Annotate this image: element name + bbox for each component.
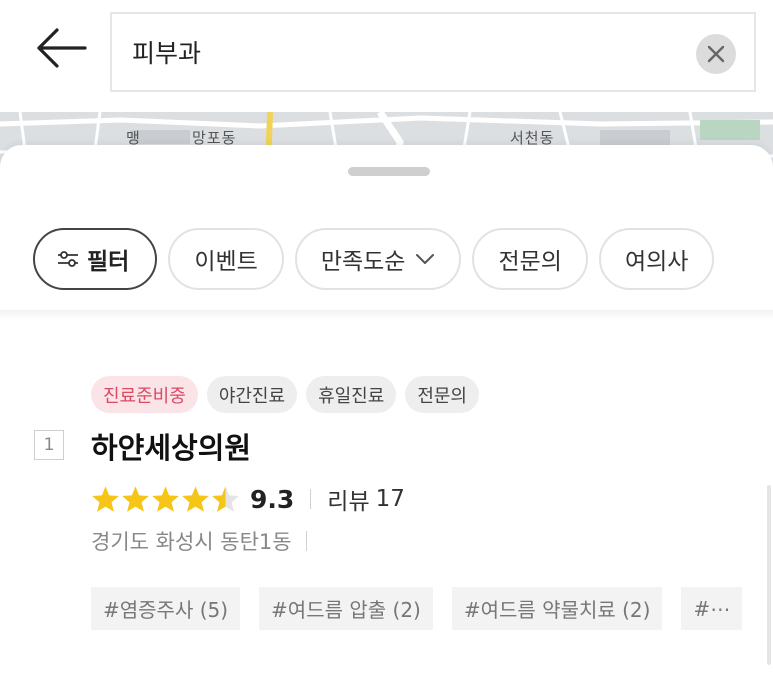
star-icon [92, 486, 119, 512]
clinic-address: 경기도 화성시 동탄1동 [91, 526, 307, 556]
filter-button[interactable]: 필터 [33, 228, 158, 290]
star-icon [152, 486, 179, 512]
sort-label: 만족도순 [320, 249, 406, 275]
search-box [110, 12, 756, 92]
hashtag-chip[interactable]: #⋯ [681, 587, 743, 630]
sheet-drag-handle[interactable] [348, 167, 430, 176]
sliders-icon [58, 251, 78, 267]
clear-search-button[interactable] [696, 34, 736, 74]
half-star-icon [212, 486, 239, 512]
clinic-name[interactable]: 하얀세상의원 [91, 425, 251, 467]
star-icon [122, 486, 149, 512]
chip-specialist[interactable]: 전문의 [472, 228, 588, 290]
chip-event[interactable]: 이벤트 [168, 228, 284, 290]
search-header [0, 0, 773, 112]
clinic-result-card[interactable]: 진료준비중 야간진료 휴일진료 전문의 1 하얀세상의원 9.3 리뷰 17 경… [0, 320, 773, 673]
reviews-label: 리뷰 [327, 489, 370, 515]
chip-label: 이벤트 [194, 249, 258, 275]
back-arrow-icon [37, 28, 87, 68]
review-count: 17 [375, 486, 405, 512]
hashtag-chip[interactable]: #염증주사 (5) [91, 587, 241, 630]
hashtag-chip[interactable]: #여드름 압출 (2) [259, 587, 433, 630]
tag-badge: 전문의 [405, 376, 479, 413]
star-rating [91, 485, 240, 513]
scrollbar[interactable] [767, 485, 771, 665]
rank-number: 1 [34, 430, 64, 460]
star-icon [182, 486, 209, 512]
chip-label: 여의사 [624, 249, 689, 275]
rating-score: 9.3 [250, 484, 295, 514]
rating-row: 9.3 리뷰 17 [91, 483, 405, 515]
filter-label: 필터 [87, 249, 130, 275]
separator [310, 489, 312, 509]
tag-badge: 야간진료 [206, 376, 298, 413]
back-button[interactable] [28, 20, 92, 76]
separator [305, 531, 307, 551]
chip-female-doctor[interactable]: 여의사 [598, 228, 715, 290]
tag-badge: 휴일진료 [306, 376, 397, 413]
clinic-tags: 진료준비중 야간진료 휴일진료 전문의 [91, 376, 479, 413]
status-badge: 진료준비중 [91, 376, 198, 413]
sort-dropdown[interactable]: 만족도순 [294, 228, 462, 290]
chip-label: 전문의 [498, 249, 562, 275]
close-icon [707, 45, 725, 63]
filter-chip-row: 필터 이벤트 만족도순 전문의 여의사 [33, 228, 715, 290]
search-input[interactable] [132, 32, 692, 72]
hashtag-chip[interactable]: #여드름 약물치료 (2) [451, 587, 663, 630]
divider [0, 310, 773, 320]
address-text: 경기도 화성시 동탄1동 [91, 530, 292, 554]
hashtag-list: #염증주사 (5) #여드름 압출 (2) #여드름 약물치료 (2) #⋯ [91, 587, 743, 630]
results-sheet: 필터 이벤트 만족도순 전문의 여의사 진료준비중 야간진료 휴일진료 전문의 … [0, 145, 773, 673]
chevron-down-icon [416, 254, 435, 264]
